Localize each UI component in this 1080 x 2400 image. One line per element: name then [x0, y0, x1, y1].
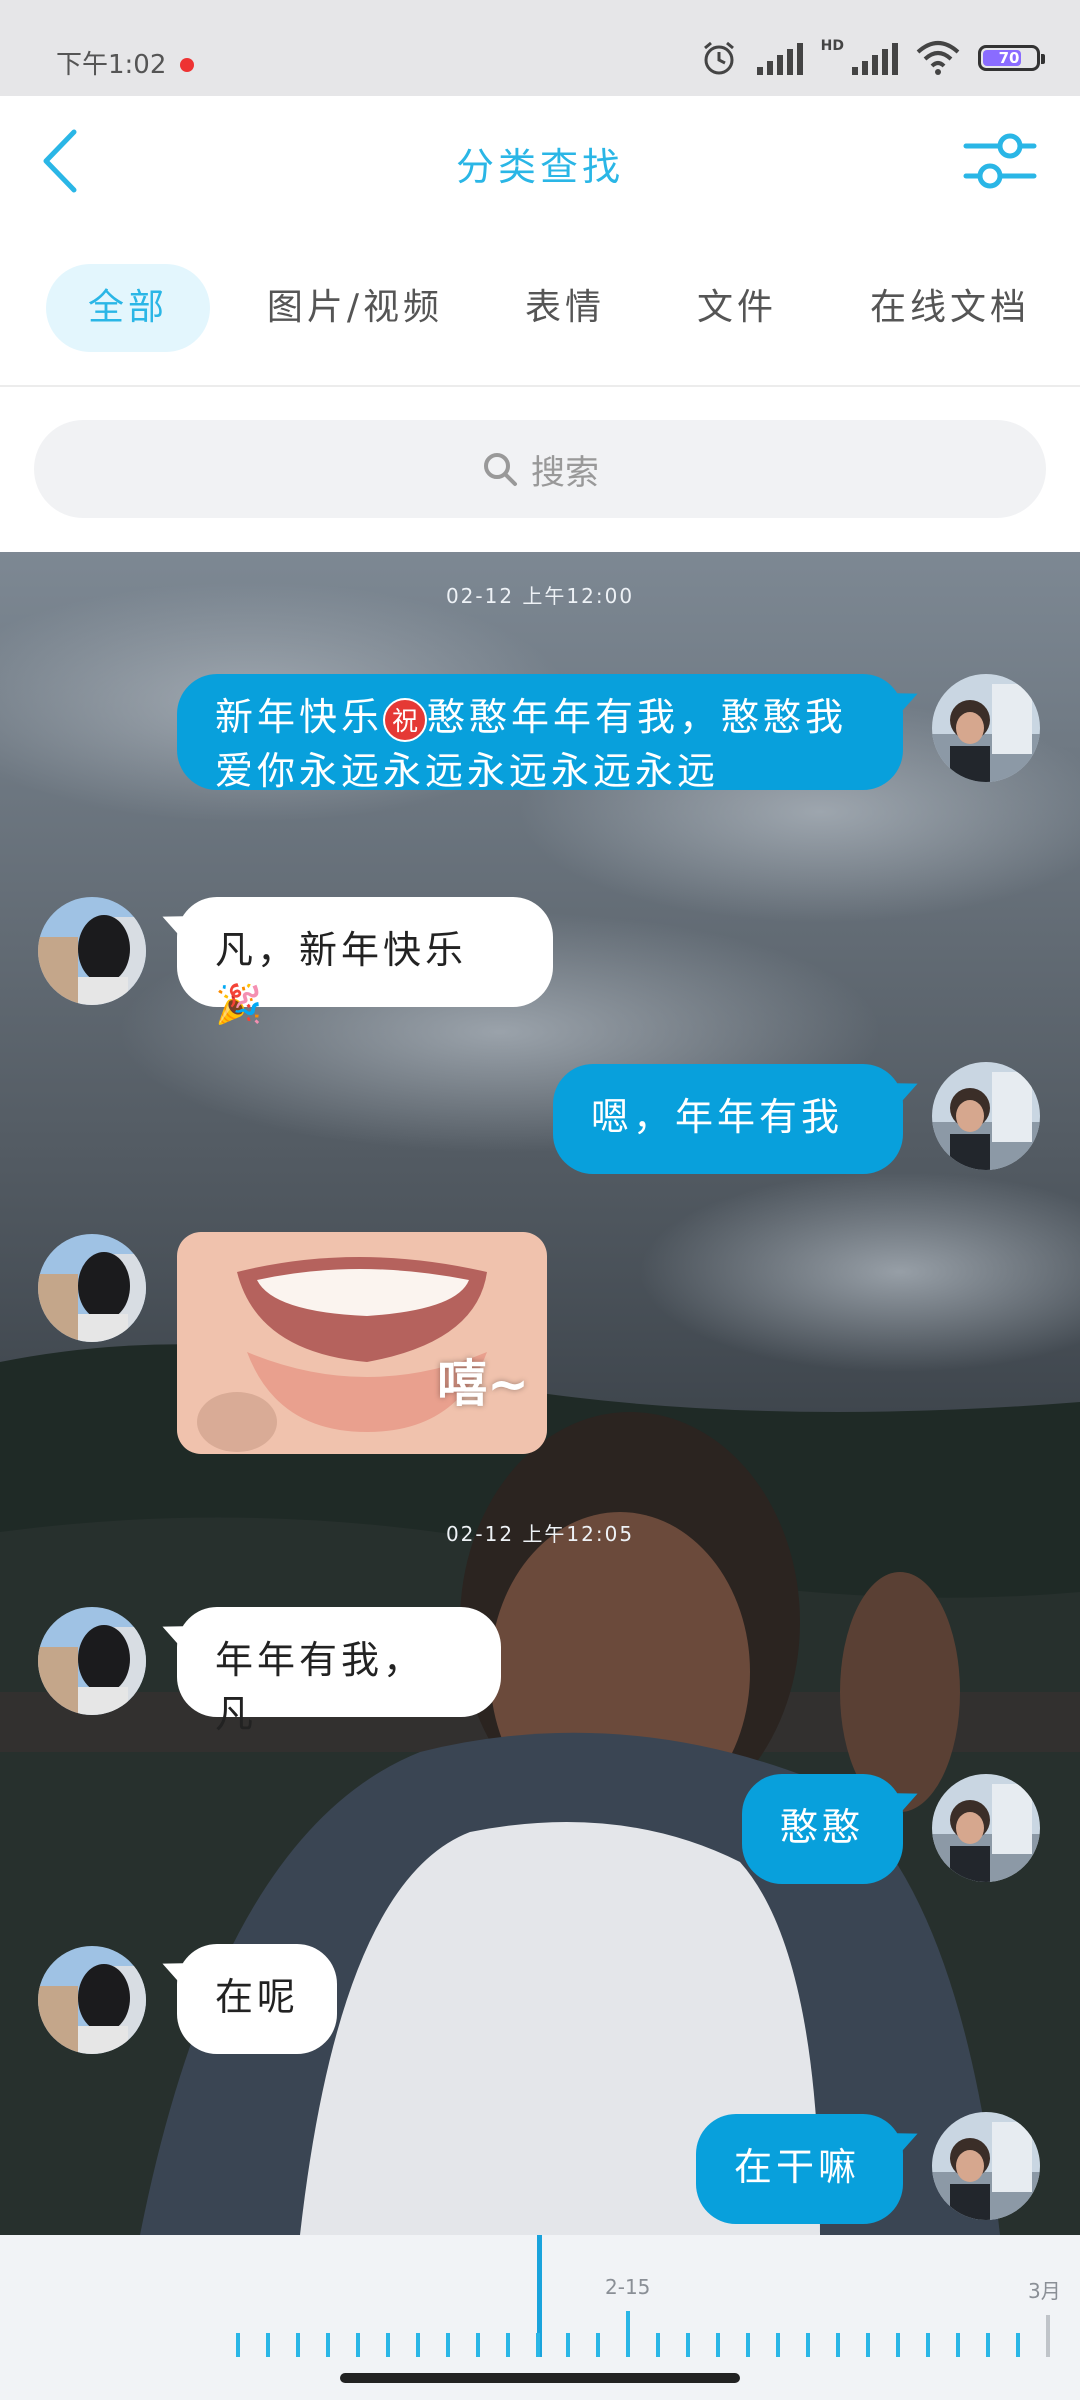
message-bubble-outgoing[interactable]: 嗯，年年有我	[553, 1064, 903, 1174]
timeline-tick	[236, 2333, 240, 2357]
tab-images-videos[interactable]: 图片/视频	[250, 264, 460, 352]
timeline-tick	[806, 2333, 810, 2357]
timeline-tick	[356, 2333, 360, 2357]
timeline-tick	[716, 2333, 720, 2357]
sticker-image	[177, 1232, 547, 1454]
timeline-tick	[446, 2333, 450, 2357]
message-bubble-incoming[interactable]: 年年有我，凡	[177, 1607, 501, 1736]
divider	[0, 385, 1080, 387]
timestamp: 02-12 上午12:00	[445, 584, 635, 608]
wifi-icon	[916, 41, 960, 75]
search-icon	[484, 453, 517, 486]
timeline-tick	[476, 2333, 480, 2357]
timestamp: 02-12 上午12:05	[445, 1522, 635, 1546]
alarm-icon	[703, 41, 734, 75]
avatar-me[interactable]	[932, 674, 1040, 782]
category-tabs: 全部 图片/视频 表情 文件 在线文档	[0, 250, 1080, 370]
message-text: 新年快乐	[215, 695, 384, 739]
timeline-tick	[1016, 2333, 1020, 2357]
status-time: 下午1:02	[56, 50, 167, 80]
filter-button[interactable]	[960, 126, 1040, 196]
battery-icon: 70	[978, 45, 1045, 71]
timeline-tick	[926, 2333, 930, 2357]
signal-icon	[756, 41, 803, 75]
timeline-tick	[746, 2333, 750, 2357]
tab-stickers[interactable]: 表情	[500, 264, 630, 352]
message-text: 憨憨	[780, 1805, 865, 1849]
timeline-tick	[896, 2333, 900, 2357]
timeline-tick	[596, 2333, 600, 2357]
timeline-tick	[506, 2333, 510, 2357]
search-input[interactable]: 搜索	[34, 420, 1046, 518]
avatar-me[interactable]	[932, 1774, 1040, 1882]
timeline-tick	[986, 2333, 990, 2357]
message-bubble-outgoing[interactable]: 在干嘛	[696, 2114, 903, 2224]
timeline-tick	[776, 2333, 780, 2357]
message-text: 在呢	[215, 1975, 300, 2019]
avatar-me[interactable]	[932, 1062, 1040, 1170]
timeline-tick	[386, 2333, 390, 2357]
timeline-label-2-15: 2-15	[605, 2275, 651, 2299]
chat-history[interactable]: 02-12 上午12:00 新年快乐祝憨憨年年有我，憨憨我爱你永远永远永远永远永…	[0, 552, 1080, 2235]
page-title: 分类查找	[455, 145, 624, 189]
signal-icon-2	[852, 41, 898, 75]
avatar-contact[interactable]	[38, 897, 146, 1005]
home-indicator[interactable]	[340, 2373, 740, 2383]
avatar-contact[interactable]	[38, 1234, 146, 1342]
tab-online-docs[interactable]: 在线文档	[850, 264, 1050, 352]
timeline-tick	[626, 2311, 630, 2357]
notification-dot-icon	[180, 58, 194, 72]
avatar-me[interactable]	[932, 2112, 1040, 2220]
sticker-caption: 嘻~	[437, 1355, 529, 1413]
timeline-tick	[266, 2333, 270, 2357]
avatar-contact[interactable]	[38, 1946, 146, 2054]
status-bar: 下午1:02 HD 70	[0, 0, 1080, 96]
message-text: 嗯，年年有我	[591, 1095, 844, 1139]
hd-label: HD	[820, 38, 844, 54]
tab-all[interactable]: 全部	[46, 264, 210, 352]
tab-files[interactable]: 文件	[672, 264, 802, 352]
message-bubble-incoming[interactable]: 在呢	[177, 1944, 337, 2054]
timeline-tick	[566, 2333, 570, 2357]
timeline-tick-end	[1046, 2315, 1050, 2357]
timeline-tick	[686, 2333, 690, 2357]
timeline-label-march: 3月	[1028, 2279, 1061, 2303]
message-bubble-incoming[interactable]: 凡，新年快乐🎉	[177, 897, 553, 1026]
filter-sliders-icon	[963, 133, 1037, 189]
avatar-contact[interactable]	[38, 1607, 146, 1715]
timeline-tick	[836, 2333, 840, 2357]
header: 分类查找	[0, 96, 1080, 226]
blessing-badge-icon: 祝	[383, 697, 428, 742]
timeline-tick	[656, 2333, 660, 2357]
search-placeholder: 搜索	[531, 452, 599, 493]
timeline-tick	[416, 2333, 420, 2357]
timeline-tick	[956, 2333, 960, 2357]
timeline-tick	[536, 2333, 540, 2357]
battery-level: 70	[998, 49, 1020, 67]
timeline-tick	[866, 2333, 870, 2357]
message-bubble-outgoing[interactable]: 新年快乐祝憨憨年年有我，憨憨我爱你永远永远永远永远永远	[177, 674, 903, 793]
message-bubble-outgoing[interactable]: 憨憨	[742, 1774, 903, 1884]
timeline-tick	[296, 2333, 300, 2357]
sticker-message[interactable]: 嘻~	[177, 1232, 547, 1454]
message-text: 在干嘛	[734, 2145, 861, 2189]
timeline-tick	[326, 2333, 330, 2357]
status-icons: HD 70	[699, 38, 1045, 78]
